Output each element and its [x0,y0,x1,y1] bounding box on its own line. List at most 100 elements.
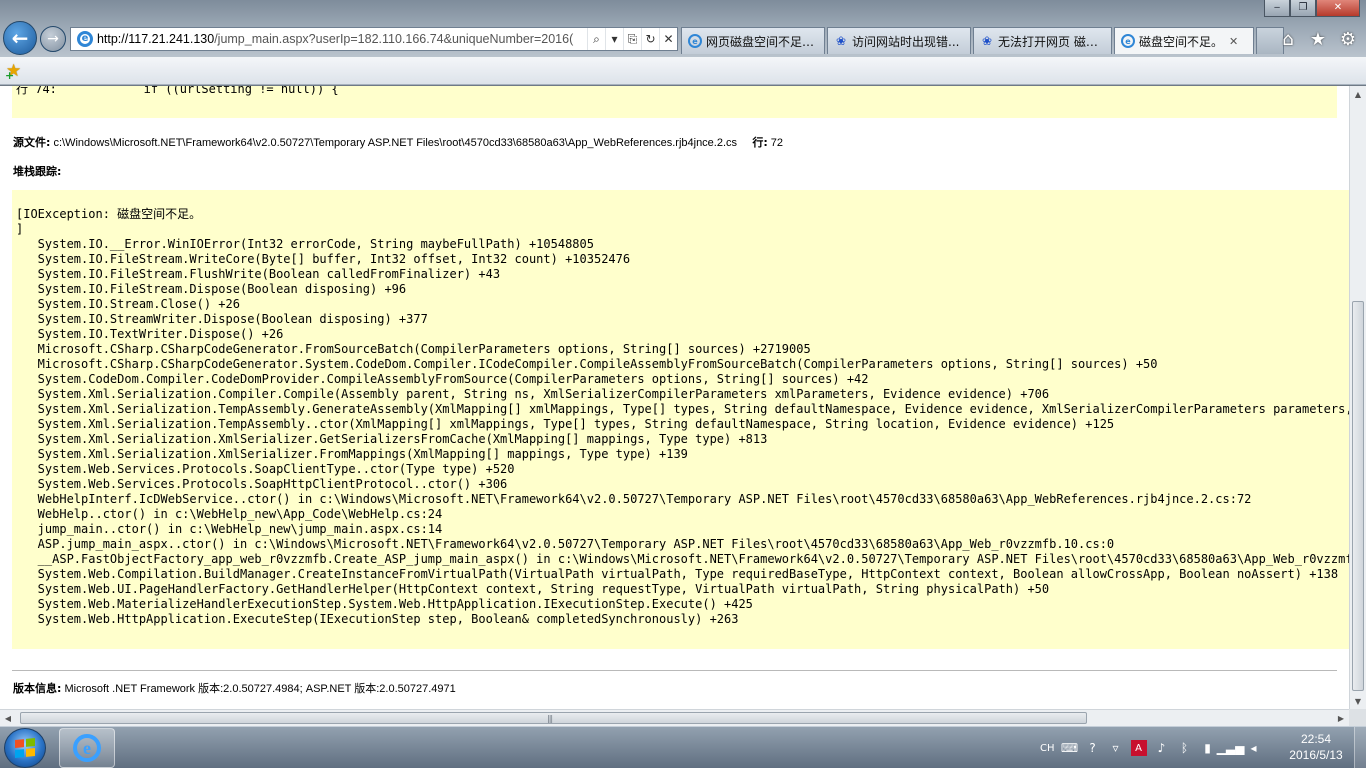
refresh-icon[interactable]: ↻ [641,28,659,50]
browser-tab-1[interactable]: e 网页磁盘空间不足_... [681,27,825,54]
arrow-right-icon: → [47,31,59,47]
scroll-up-icon[interactable]: ▲ [1350,86,1366,102]
stack-trace-line: System.Xml.Serialization.Compiler.Compil… [16,387,1050,401]
ie-icon: e [688,34,702,48]
divider [12,670,1337,671]
forward-button[interactable]: → [40,26,66,52]
scroll-right-icon[interactable]: ▶ [1333,710,1349,726]
vertical-scroll-thumb[interactable] [1352,301,1364,691]
source-file-label: 源文件: [13,136,51,149]
gear-icon[interactable]: ⚙ [1338,28,1358,50]
stack-trace-line: ] [16,222,24,236]
clock-date: 2016/5/13 [1289,748,1343,762]
version-label: 版本信息: [13,682,62,695]
show-desktop-button[interactable] [1354,727,1366,768]
line-number: 72 [770,137,784,149]
address-bar[interactable]: e http://117.21.241.130/jump_main.aspx?u… [70,27,678,51]
help-icon[interactable]: ? [1085,740,1101,756]
compatibility-view-icon[interactable]: ⎘ [623,28,641,50]
version-text: Microsoft .NET Framework 版本:2.0.50727.49… [64,683,456,695]
system-tray: CH ⌨ ? ▿ A ♪ ᛒ ▮ ▁▃▅ ◂ [1040,727,1262,768]
ie-page-icon: e [77,31,93,47]
tab-label: 无法打开网页 磁盘... [998,34,1105,49]
scroll-down-icon[interactable]: ▼ [1350,693,1366,709]
stack-trace-line: System.Xml.Serialization.TempAssembly.Ge… [16,402,1349,416]
stack-trace-line: System.IO.StreamWriter.Dispose(Boolean d… [16,312,428,326]
arrow-left-icon: ← [11,26,29,50]
speaker-icon[interactable]: ◂ [1246,740,1262,756]
stack-trace-line: System.Web.Services.Protocols.SoapClient… [16,462,515,476]
taskbar-ie-button[interactable]: e [59,728,115,768]
tab-label: 网页磁盘空间不足_... [706,34,818,49]
back-button[interactable]: ← [3,21,37,55]
network-signal-icon[interactable]: ▁▃▅ [1217,740,1245,756]
stack-trace-box: [IOException: 磁盘空间不足。] System.IO.__Error… [12,190,1349,649]
stack-trace-line: WebHelpInterf.IcDWebService..ctor() in c… [16,492,1252,506]
stack-trace-line: System.IO.Stream.Close() +26 [16,297,240,311]
bluetooth-icon[interactable]: ᛒ [1177,740,1193,756]
stack-trace-text: [IOException: 磁盘空间不足。] System.IO.__Error… [16,207,1349,627]
browser-tab-3[interactable]: ❀ 无法打开网页 磁盘... [973,27,1112,54]
browser-tools: ⌂ ★ ⚙ [1278,28,1358,50]
dropdown-icon[interactable]: ▾ [605,28,623,50]
stop-icon[interactable]: ✕ [659,28,677,50]
input-method-icon[interactable]: ▿ [1108,740,1124,756]
start-button[interactable] [4,728,46,768]
stack-trace-line: System.Xml.Serialization.XmlSerializer.G… [16,432,768,446]
search-icon[interactable]: ⌕ [587,28,605,50]
stack-trace-line: System.Web.MaterializeHandlerExecutionSt… [16,597,753,611]
battery-icon[interactable]: ▮ [1200,740,1216,756]
clock-time: 22:54 [1300,732,1332,746]
stack-trace-line: jump_main..ctor() in c:\WebHelp_new\jump… [16,522,443,536]
stack-trace-line: System.Web.Compilation.BuildManager.Crea… [16,567,1339,581]
horizontal-scrollbar[interactable]: ◀ ||| ▶ [0,709,1349,726]
stack-trace-line: System.IO.FileStream.FlushWrite(Boolean … [16,267,501,281]
url-text[interactable]: http://117.21.241.130/jump_main.aspx?use… [97,32,587,46]
close-button[interactable]: ✕ [1316,0,1360,17]
page-viewport: 行 74: if ((urlSetting != null)) { 源文件: c… [0,86,1349,709]
address-bar-icons: ⌕ ▾ ⎘ ↻ ✕ [587,28,677,50]
home-icon[interactable]: ⌂ [1278,28,1298,50]
close-tab-icon[interactable]: ✕ [1229,35,1238,48]
windows-logo-icon [15,737,35,759]
scroll-left-icon[interactable]: ◀ [0,710,16,726]
ie-icon: e [1121,34,1135,48]
grip-icon: ||| [547,714,553,723]
favorites-star-icon[interactable]: ★ [1308,28,1328,50]
source-file-info: 源文件: c:\Windows\Microsoft.NET\Framework6… [13,134,783,150]
volume-icon[interactable]: ♪ [1154,740,1170,756]
version-info: 版本信息: Microsoft .NET Framework 版本:2.0.50… [13,680,456,696]
horizontal-scroll-thumb[interactable]: ||| [20,712,1087,724]
stack-trace-line: System.Web.Services.Protocols.SoapHttpCl… [16,477,508,491]
stack-trace-line: System.IO.TextWriter.Dispose() +26 [16,327,284,341]
browser-tab-2[interactable]: ❀ 访问网站时出现错... [827,27,971,54]
source-code-box: 行 74: if ((urlSetting != null)) { [12,86,1337,118]
stack-trace-line: Microsoft.CSharp.CSharpCodeGenerator.Sys… [16,357,1158,371]
restore-button[interactable]: ❐ [1290,0,1316,17]
browser-titlebar: ‒ ❐ ✕ ← → e http://117.21.241.130/jump_m… [0,0,1366,57]
taskbar-clock[interactable]: 22:54 2016/5/13 [1280,731,1352,763]
tab-label: 访问网站时出现错... [852,34,960,49]
stack-trace-line: ASP.jump_main_aspx..ctor() in c:\Windows… [16,537,1115,551]
keyboard-icon[interactable]: ⌨ [1061,740,1078,756]
language-indicator[interactable]: CH [1040,743,1055,754]
scrollbar-corner [1349,709,1366,726]
favorites-bar: ★ + [0,57,1366,85]
line-label: 行: [752,136,768,149]
url-host: http://117.21.241.130 [96,32,215,46]
minimize-button[interactable]: ‒ [1264,0,1290,17]
window-controls: ‒ ❐ ✕ [1264,0,1360,17]
stack-trace-line: System.Web.HttpApplication.ExecuteStep(I… [16,612,739,626]
stack-trace-line: System.Xml.Serialization.TempAssembly..c… [16,417,1115,431]
paw-icon: ❀ [981,34,993,48]
source-code-line: 行 74: if ((urlSetting != null)) { [16,86,339,96]
vertical-scrollbar[interactable]: ▲ ▼ [1349,86,1366,709]
adobe-icon[interactable]: A [1130,740,1147,756]
stack-trace-line: [IOException: 磁盘空间不足。 [16,207,202,221]
stack-trace-line: WebHelp..ctor() in c:\WebHelp_new\App_Co… [16,507,443,521]
source-file-path: c:\Windows\Microsoft.NET\Framework64\v2.… [53,137,738,149]
stack-trace-line: System.IO.__Error.WinIOError(Int32 error… [16,237,594,251]
browser-tab-active[interactable]: e 磁盘空间不足。 ✕ [1114,27,1254,54]
stack-trace-line: Microsoft.CSharp.CSharpCodeGenerator.Fro… [16,342,811,356]
tab-label: 磁盘空间不足。 [1139,34,1224,49]
